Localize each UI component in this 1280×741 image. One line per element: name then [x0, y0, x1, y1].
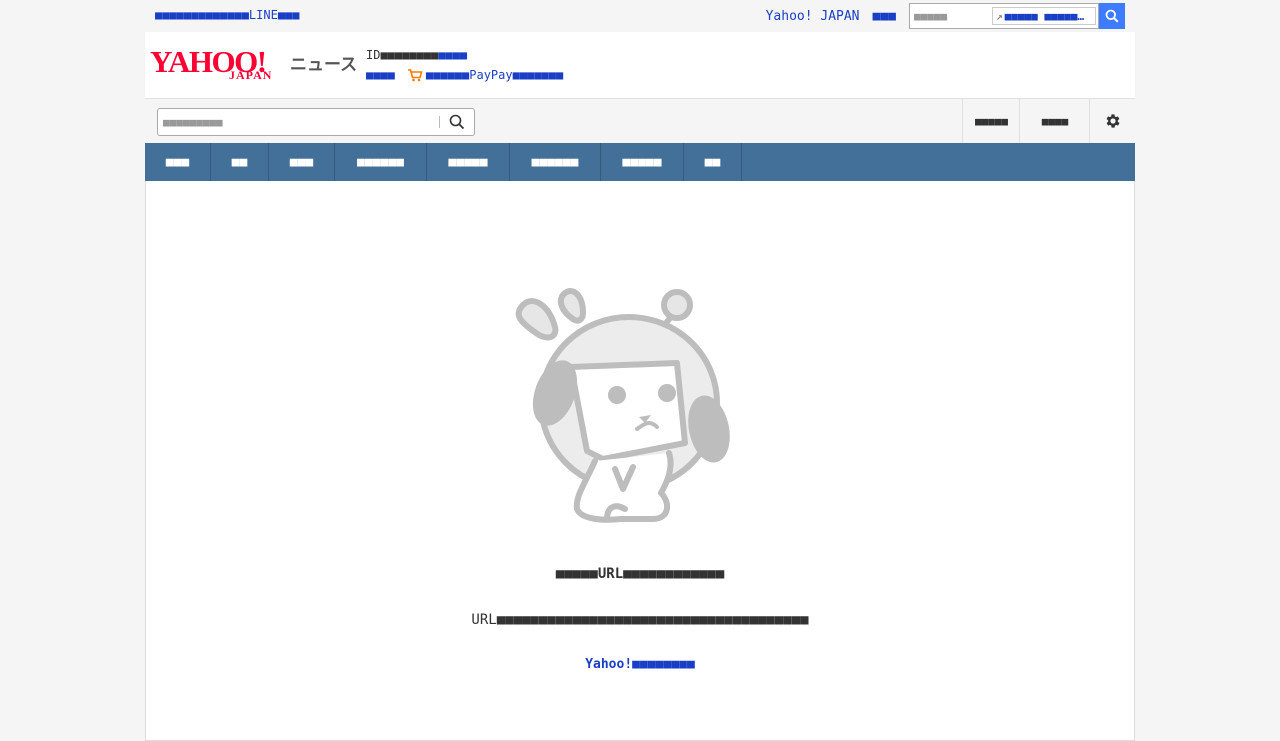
yahoo-search-box: ↗ ■■■■■ ■■■■■…: [909, 3, 1099, 29]
nav-item-7[interactable]: ■■■■■: [601, 143, 684, 181]
mascot-illustration: [515, 288, 730, 523]
help-link[interactable]: ■■■: [873, 9, 896, 24]
register-row: ■■■■ ■■■■■■PayPay■■■■■■■: [366, 68, 563, 82]
paypay-link[interactable]: ■■■■■■PayPay■■■■■■■: [426, 68, 563, 82]
nav-item-4[interactable]: ■■■■■■: [335, 143, 427, 181]
nav-item-2[interactable]: ■■: [211, 143, 269, 181]
news-toolbar: ■■■■■ ■■■■: [145, 98, 1135, 143]
tool-link-2[interactable]: ■■■■: [1019, 99, 1090, 143]
yahoo-japan-link[interactable]: Yahoo! JAPAN: [766, 9, 860, 24]
nav-item-8[interactable]: ■■: [684, 143, 742, 181]
news-search-input[interactable]: [158, 115, 439, 129]
nav-item-6[interactable]: ■■■■■■: [510, 143, 601, 181]
search-suggestion[interactable]: ↗ ■■■■■ ■■■■■…: [992, 7, 1096, 25]
nav-item-3[interactable]: ■■■: [269, 143, 335, 181]
top-utility-bar: ■■■■■■■■■■■■■LINE■■■ Yahoo! JAPAN ■■■ ↗ …: [145, 0, 1135, 32]
login-prompt-text: ID■■■■■■■■: [366, 48, 439, 62]
line-promo-link[interactable]: ■■■■■■■■■■■■■LINE■■■: [155, 8, 300, 22]
nav-item-5[interactable]: ■■■■■: [427, 143, 510, 181]
nav-item-1[interactable]: ■■■: [145, 143, 211, 181]
search-icon: [449, 114, 465, 130]
cart-icon: [407, 69, 423, 82]
register-link[interactable]: ■■■■: [366, 68, 395, 82]
news-search-button[interactable]: [440, 109, 474, 135]
yahoo-search-button[interactable]: [1099, 3, 1125, 29]
yahoo-search-input[interactable]: [912, 8, 992, 24]
login-prompt: ID■■■■■■■■■■■■: [366, 48, 467, 62]
trend-arrow-icon: ↗: [996, 9, 1003, 23]
tool-link-1[interactable]: ■■■■■: [962, 99, 1020, 143]
logo-japan-text: JAPAN: [229, 68, 273, 82]
top-right-links: Yahoo! JAPAN ■■■ ↗ ■■■■■ ■■■■■…: [766, 3, 1125, 29]
search-suggestion-text: ■■■■■ ■■■■■…: [1004, 9, 1085, 23]
news-search-box: [157, 108, 475, 136]
back-to-top-link[interactable]: Yahoo!■■■■■■■■: [585, 657, 695, 672]
error-description: URL■■■■■■■■■■■■■■■■■■■■■■■■■■■■■■■■■■■■■: [471, 612, 809, 628]
search-icon: [1105, 9, 1119, 23]
error-title: ■■■■■URL■■■■■■■■■■■■: [555, 566, 725, 582]
error-content: ■■■■■URL■■■■■■■■■■■■ URL■■■■■■■■■■■■■■■■…: [145, 181, 1135, 741]
logo-news-text: ニュース: [290, 55, 358, 75]
login-link[interactable]: ■■■■: [438, 48, 467, 62]
category-nav: ■■■ ■■ ■■■ ■■■■■■ ■■■■■ ■■■■■■ ■■■■■ ■■: [145, 143, 1135, 181]
gear-icon: [1106, 114, 1120, 128]
settings-button[interactable]: [1089, 99, 1136, 143]
yahoo-search: ↗ ■■■■■ ■■■■■…: [909, 3, 1125, 29]
site-header: YAHOO! JAPAN ニュース ID■■■■■■■■■■■■ ■■■■ ■■…: [145, 32, 1135, 98]
